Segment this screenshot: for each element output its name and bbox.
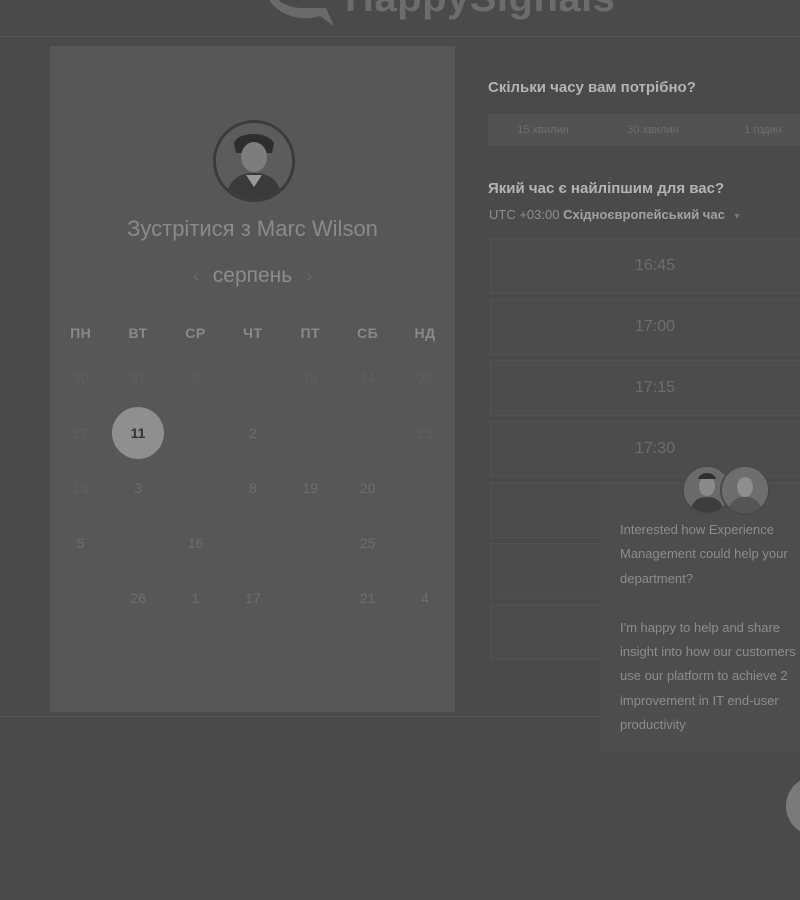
time-slot[interactable]: 17:00 [490, 299, 800, 355]
calendar-day[interactable]: 22 [396, 370, 453, 386]
page: HappySignals Зустрітися з Marc Wilson ‹ … [0, 0, 800, 900]
calendar-grid: ПН ВТ СР ЧТ ПТ СБ НД 30 31 9 15 14 22 27 [52, 316, 454, 625]
next-month-icon[interactable]: › [306, 266, 312, 287]
brand-logo-text: HappySignals [345, 0, 616, 18]
speech-bubble-logo-icon [269, 0, 334, 26]
calendar-week-row: 13 3 8 19 20 [52, 460, 454, 515]
chat-message: Interested how Experience Management cou… [620, 522, 796, 733]
calendar-day[interactable]: 4 [396, 590, 453, 606]
header-bar: HappySignals [0, 0, 800, 37]
chat-agent-avatars [682, 465, 772, 515]
calendar-day[interactable]: 20 [339, 480, 396, 496]
host-avatar [213, 120, 295, 202]
calendar-week-row: 27 11 2 23 [52, 405, 454, 460]
person-icon [216, 123, 292, 199]
selected-day-marker[interactable]: 11 [112, 406, 165, 459]
calendar-panel: Зустрітися з Marc Wilson ‹ серпень › ПН … [50, 46, 455, 712]
calendar-day[interactable]: 25 [339, 535, 396, 551]
time-slot[interactable]: 17:15 [490, 360, 800, 416]
calendar-day[interactable]: 9 [167, 370, 224, 386]
duration-selector: 15 хвилин 30 хвилин 1 годин [488, 114, 800, 146]
weekday-label: ПТ [300, 325, 321, 341]
weekday-label: ВТ [128, 325, 148, 341]
agent-avatar-icon [720, 465, 770, 515]
calendar-day[interactable]: 14 [339, 370, 396, 386]
time-slot[interactable]: 16:45 [490, 238, 800, 294]
weekday-label: СБ [357, 325, 379, 341]
prev-month-icon[interactable]: ‹ [193, 266, 199, 287]
calendar-day[interactable]: 3 [109, 480, 166, 496]
duration-option-30[interactable]: 30 хвилин [598, 124, 708, 136]
weekday-label: НД [414, 325, 436, 341]
meeting-title: Зустрітися з Marc Wilson [127, 216, 378, 241]
calendar-day[interactable]: 5 [52, 535, 109, 551]
duration-option-15[interactable]: 15 хвилин [488, 124, 598, 136]
calendar-day[interactable]: 8 [224, 480, 281, 496]
weekday-label: ПН [70, 325, 92, 341]
calendar-day[interactable]: 16 [167, 535, 224, 551]
timezone-offset: UTC +03:00 [489, 207, 560, 222]
calendar-day[interactable]: 30 [52, 370, 109, 386]
timezone-name: Східноєвропейський час [563, 207, 725, 222]
calendar-day[interactable]: 19 [282, 480, 339, 496]
duration-question: Скільки часу вам потрібно? [488, 79, 696, 96]
weekday-label: ЧТ [243, 325, 263, 341]
weekday-label: СР [185, 325, 206, 341]
calendar-week-row: 5 16 25 [52, 515, 454, 570]
month-navigation: ‹ серпень › [50, 264, 455, 288]
calendar-day[interactable]: 27 [52, 425, 109, 441]
calendar-week-row: 26 1 17 21 4 [52, 570, 454, 625]
calendar-day[interactable]: 13 [52, 480, 109, 496]
calendar-day[interactable]: 31 [109, 370, 166, 386]
chat-launcher-button[interactable] [786, 776, 800, 836]
calendar-day-selected[interactable]: 11 [109, 406, 166, 459]
calendar-day[interactable]: 15 [282, 370, 339, 386]
weekday-header-row: ПН ВТ СР ЧТ ПТ СБ НД [52, 316, 454, 350]
chevron-down-icon: ▼ [732, 211, 742, 221]
calendar-day[interactable]: 2 [224, 425, 281, 441]
month-label: серпень [212, 264, 293, 287]
calendar-day[interactable]: 17 [224, 590, 281, 606]
calendar-week-row: 30 31 9 15 14 22 [52, 350, 454, 405]
calendar-day[interactable]: 21 [339, 590, 396, 606]
duration-option-60[interactable]: 1 годин [708, 124, 800, 136]
calendar-day[interactable]: 1 [167, 590, 224, 606]
time-question: Який час є найліпшим для вас? [488, 180, 725, 197]
calendar-day[interactable]: 26 [109, 590, 166, 606]
timezone-selector[interactable]: UTC +03:00 Східноєвропейський час ▼ [489, 207, 741, 222]
calendar-day[interactable]: 23 [396, 425, 453, 441]
